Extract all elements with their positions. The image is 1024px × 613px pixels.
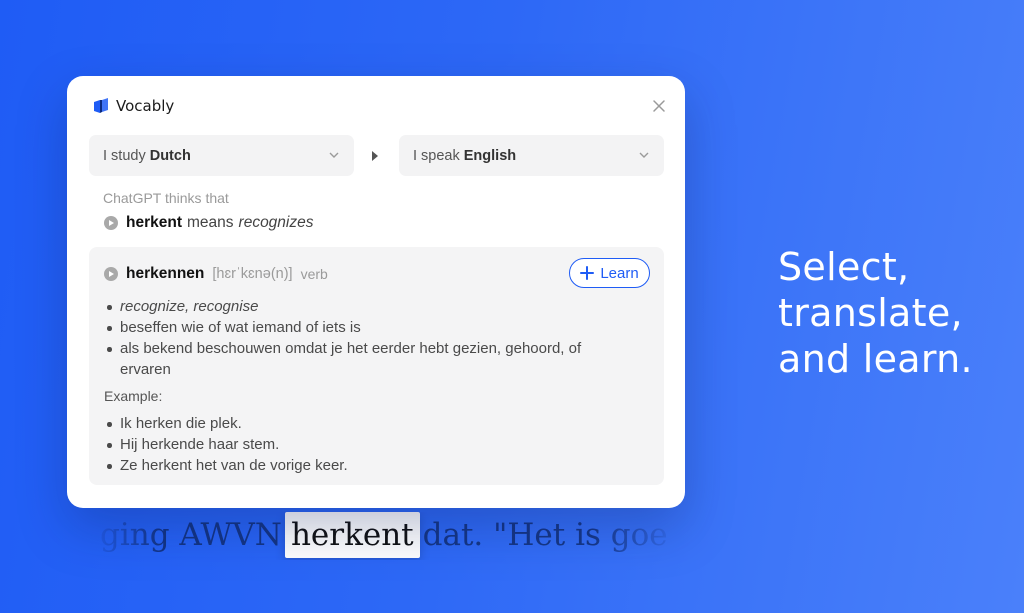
selected-word[interactable]: herkent xyxy=(284,512,420,558)
learn-button-label: Learn xyxy=(600,264,639,282)
brand: Vocably xyxy=(92,97,174,115)
list-item: als bekend beschouwen omdat je het eerde… xyxy=(105,338,625,380)
close-icon[interactable] xyxy=(651,98,667,114)
example-label: Example: xyxy=(104,388,163,404)
speak-select-value: English xyxy=(463,147,517,164)
sentence-before: ging AWVN xyxy=(100,517,282,553)
play-icon[interactable] xyxy=(104,216,118,230)
study-language-select[interactable]: I study Dutch xyxy=(89,135,354,176)
tagline-line-1: Select, xyxy=(778,245,910,289)
entry-part-of-speech: verb xyxy=(300,266,328,282)
tagline-line-2: translate, xyxy=(778,291,963,335)
background-sentence: ging AWVN herkent dat. "Het is goe xyxy=(90,512,680,560)
sentence-after: dat. "Het is goe xyxy=(422,517,668,553)
study-select-prefix: I study xyxy=(103,147,146,164)
play-icon[interactable] xyxy=(104,267,118,281)
list-item: Hij herkende haar stem. xyxy=(105,434,625,455)
definitions-list: recognize, recognise beseffen wie of wat… xyxy=(105,296,625,380)
speak-select-prefix: I speak xyxy=(413,147,460,164)
list-item: recognize, recognise xyxy=(105,296,625,317)
speak-language-select[interactable]: I speak English xyxy=(399,135,664,176)
entry-lemma: herkennen xyxy=(126,265,205,282)
vocably-logo-icon xyxy=(92,97,110,115)
dictionary-entry: herkennen [hɛrˈkɛnə(n)] verb Learn recog… xyxy=(89,247,664,485)
list-item: Ze herkent het van de vorige keer. xyxy=(105,455,625,476)
list-item: Ik herken die plek. xyxy=(105,413,625,434)
chevron-down-icon xyxy=(638,149,650,161)
tagline-line-3: and learn. xyxy=(778,337,973,381)
arrow-right-icon xyxy=(372,151,378,161)
source-word: herkent xyxy=(126,214,182,231)
chevron-down-icon xyxy=(328,149,340,161)
list-item: beseffen wie of wat iemand of iets is xyxy=(105,317,625,338)
brand-name: Vocably xyxy=(116,97,175,115)
plus-icon xyxy=(580,266,595,280)
vocably-popup: Vocably I study Dutch I speak English Ch… xyxy=(67,76,685,508)
entry-header: herkennen [hɛrˈkɛnə(n)] verb xyxy=(104,265,328,283)
examples-list: Ik herken die plek. Hij herkende haar st… xyxy=(105,413,625,476)
chatgpt-translation: herkent means recognizes xyxy=(104,214,314,232)
tagline: Select, translate, and learn. xyxy=(778,244,1008,382)
translation-word: recognizes xyxy=(238,214,314,231)
means-text: means xyxy=(187,214,234,231)
learn-button[interactable]: Learn xyxy=(569,258,650,288)
entry-pronunciation: [hɛrˈkɛnə(n)] xyxy=(212,266,293,282)
study-select-value: Dutch xyxy=(149,147,191,164)
chatgpt-label: ChatGPT thinks that xyxy=(103,190,229,206)
